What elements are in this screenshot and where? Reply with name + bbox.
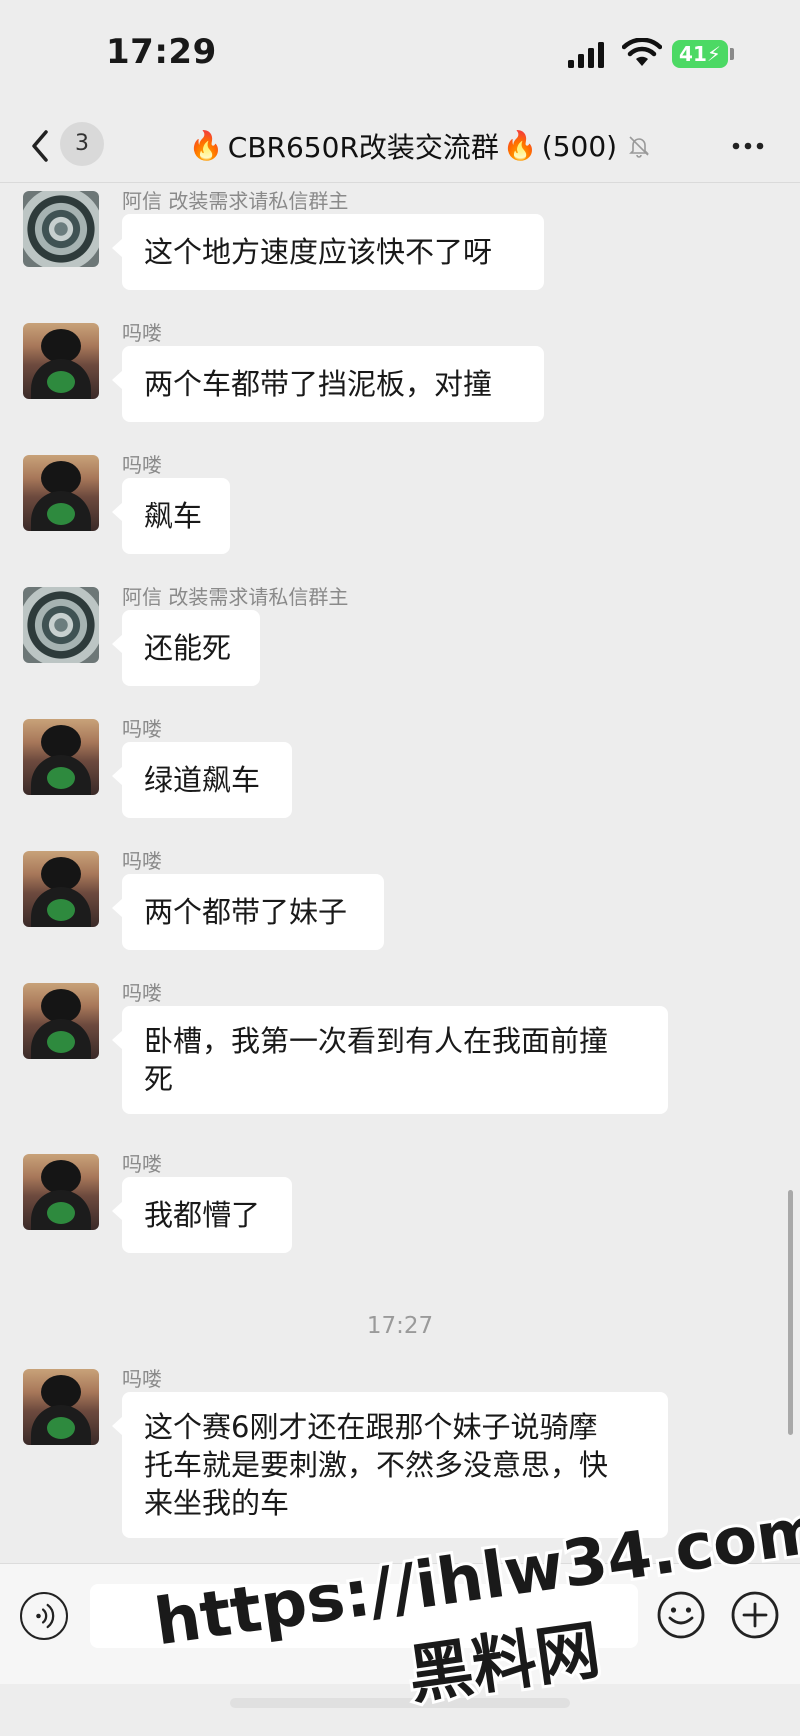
chat-header: 3 🔥 CBR650R改装交流群 🔥 (500) (0, 110, 800, 183)
bell-off-icon (629, 136, 650, 158)
message-bubble[interactable]: 这个地方速度应该快不了呀 (112, 214, 544, 290)
message-bubble[interactable]: 两个车都带了挡泥板，对撞 (112, 346, 544, 422)
sender-name: 吗喽 (122, 321, 162, 345)
sender-name: 吗喽 (122, 981, 162, 1005)
avatar[interactable] (23, 1369, 99, 1445)
message-line: 这个赛6刚才还在跟那个妹子说骑摩 (144, 1410, 598, 1444)
message-line: 死 (144, 1062, 174, 1096)
scrollbar[interactable] (788, 1190, 793, 1435)
avatar[interactable] (23, 323, 99, 399)
chevron-left-icon[interactable] (26, 126, 56, 166)
message-bubble[interactable]: 卧槽，我第一次看到有人在我面前撞 死 (112, 1006, 668, 1114)
message-line: 来坐我的车 (144, 1486, 290, 1520)
avatar[interactable] (23, 1154, 99, 1230)
sender-name: 吗喽 (122, 1152, 162, 1176)
avatar[interactable] (23, 851, 99, 927)
message-item: 吗喽 绿道飙车 (0, 699, 800, 829)
message-bubble[interactable]: 飙车 (112, 478, 230, 554)
wifi-icon (622, 38, 662, 66)
message-line: 卧槽，我第一次看到有人在我面前撞 (144, 1024, 609, 1058)
message-input[interactable] (90, 1584, 638, 1648)
cellular-signal-icon (568, 42, 604, 68)
message-bubble[interactable]: 两个都带了妹子 (112, 874, 384, 950)
avatar[interactable] (23, 587, 99, 663)
sender-name: 吗喽 (122, 1367, 162, 1391)
message-item: 吗喽 我都懵了 (0, 1134, 800, 1264)
battery-indicator: 41⚡ (672, 40, 728, 68)
home-indicator (230, 1698, 570, 1708)
message-item: 阿信 改装需求请私信群主 这个地方速度应该快不了呀 (0, 183, 800, 301)
message-list[interactable]: 阿信 改装需求请私信群主 这个地方速度应该快不了呀 吗喽 两个车都带了挡泥板，对… (0, 183, 800, 1563)
battery-tip (730, 48, 734, 60)
member-count: (500) (541, 129, 618, 163)
input-bar (0, 1563, 800, 1684)
sender-name: 阿信 改装需求请私信群主 (122, 585, 349, 609)
chat-title[interactable]: 🔥 CBR650R改装交流群 🔥 (500) (160, 124, 680, 168)
voice-icon[interactable] (20, 1592, 68, 1640)
status-bar: 17:29 41⚡ (0, 0, 800, 110)
battery-level: 41 (679, 42, 707, 66)
message-timestamp: 17:27 (366, 1313, 434, 1339)
group-name: CBR650R改装交流群 (227, 131, 499, 164)
message-item: 吗喽 飙车 (0, 435, 800, 565)
message-bubble[interactable]: 这个赛6刚才还在跟那个妹子说骑摩 托车就是要刺激，不然多没意思，快 来坐我的车 (112, 1392, 668, 1538)
message-item: 阿信 改装需求请私信群主 还能死 (0, 567, 800, 697)
message-bubble[interactable]: 还能死 (112, 610, 260, 686)
message-item: 吗喽 两个车都带了挡泥板，对撞 (0, 303, 800, 433)
sender-name: 吗喽 (122, 453, 162, 477)
more-icon[interactable] (728, 128, 768, 164)
sender-name: 吗喽 (122, 849, 162, 873)
message-item: 吗喽 两个都带了妹子 (0, 831, 800, 961)
message-line: 托车就是要刺激，不然多没意思，快 (144, 1448, 609, 1482)
status-time: 17:29 (106, 32, 217, 72)
charging-bolt-icon: ⚡ (706, 42, 721, 66)
avatar[interactable] (23, 983, 99, 1059)
avatar[interactable] (23, 719, 99, 795)
emoji-icon[interactable] (656, 1590, 706, 1640)
avatar[interactable] (23, 191, 99, 267)
plus-icon[interactable] (730, 1590, 780, 1640)
message-bubble[interactable]: 绿道飙车 (112, 742, 292, 818)
sender-name: 吗喽 (122, 717, 162, 741)
message-bubble[interactable]: 我都懵了 (112, 1177, 292, 1253)
message-item: 吗喽 卧槽，我第一次看到有人在我面前撞 死 (0, 963, 800, 1133)
sender-name: 阿信 改装需求请私信群主 (122, 189, 349, 213)
fire-icon: 🔥 (188, 129, 224, 162)
fire-icon: 🔥 (502, 129, 538, 162)
unread-count-badge[interactable]: 3 (60, 122, 104, 166)
avatar[interactable] (23, 455, 99, 531)
message-item: 吗喽 这个赛6刚才还在跟那个妹子说骑摩 托车就是要刺激，不然多没意思，快 来坐我… (0, 1349, 800, 1563)
